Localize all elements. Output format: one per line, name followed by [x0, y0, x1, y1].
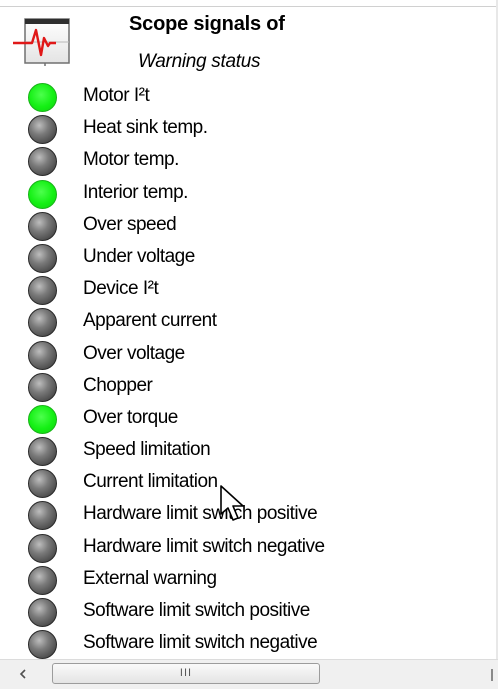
signal-row: Over speed [0, 209, 498, 241]
signal-label: Speed limitation [83, 439, 211, 461]
status-led-off-icon [28, 308, 57, 338]
panel-title: Scope signals of [129, 13, 285, 35]
signal-label: Motor temp. [83, 149, 179, 171]
status-led-off-icon [28, 340, 57, 370]
signal-row: Device I²t [0, 273, 498, 306]
panel-top-border [0, 0, 498, 7]
signal-label: Hardware limit switch positive [83, 503, 318, 525]
status-led-off-icon [28, 372, 57, 402]
signal-row: Hardware limit switch negative [0, 531, 498, 563]
horizontal-scrollbar[interactable]: III [0, 659, 498, 689]
signal-row: Interior temp. [0, 177, 498, 209]
scrollbar-thumb[interactable]: III [52, 663, 320, 684]
panel-subtitle: Warning status [138, 51, 261, 72]
signal-row: Speed limitation [0, 434, 498, 467]
scope-icon [12, 16, 74, 66]
signal-label: Software limit switch negative [83, 632, 318, 654]
signal-label: Interior temp. [83, 181, 188, 203]
status-led-off-icon [28, 469, 57, 499]
status-led-on-icon [28, 83, 57, 112]
signal-row: Software limit switch positive [0, 595, 498, 627]
status-led-off-icon [28, 147, 57, 177]
scroll-right-edge[interactable] [486, 660, 498, 689]
status-led-off-icon [28, 437, 57, 467]
signal-list: Motor I²t Heat sink temp. Motor temp. Inter… [0, 80, 498, 660]
signal-label: Apparent current [83, 310, 217, 332]
status-led-on-icon [28, 179, 57, 209]
grip-icon: III [179, 667, 193, 679]
status-led-off-icon [28, 115, 57, 145]
scope-signals-panel: Scope signals of Warning status Motor I²… [0, 0, 498, 689]
signal-row: Chopper [0, 370, 498, 402]
status-led-off-icon [28, 501, 57, 531]
status-led-off-icon [28, 276, 57, 306]
signal-row: Heat sink temp. [0, 112, 498, 145]
signal-row: Motor I²t [0, 80, 498, 112]
signal-label: Hardware limit switch negative [83, 535, 325, 557]
mouse-cursor-icon [219, 484, 253, 524]
signal-label: Current limitation [83, 471, 218, 493]
signal-label: Under voltage [83, 245, 195, 267]
signal-row: External warning [0, 563, 498, 595]
status-led-off-icon [28, 533, 57, 563]
status-led-off-icon [28, 243, 57, 273]
status-led-off-icon [28, 598, 57, 627]
scroll-left-button[interactable] [0, 660, 46, 689]
signal-row: Over voltage [0, 338, 498, 370]
signal-row: Under voltage [0, 241, 498, 273]
status-led-off-icon [28, 630, 57, 660]
signal-row: Apparent current [0, 305, 498, 338]
status-led-off-icon [28, 565, 57, 595]
signal-label: External warning [83, 567, 217, 589]
signal-label: Device I²t [83, 278, 159, 300]
signal-label: Over speed [83, 213, 177, 235]
signal-row: Motor temp. [0, 144, 498, 177]
status-led-on-icon [28, 404, 57, 434]
signal-label: Motor I²t [83, 85, 150, 106]
status-led-off-icon [28, 211, 57, 241]
signal-label: Heat sink temp. [83, 117, 208, 139]
signal-label: Software limit switch positive [83, 600, 310, 621]
signal-label: Chopper [83, 374, 153, 396]
signal-label: Over torque [83, 406, 178, 428]
arrow-left-icon [19, 666, 27, 684]
signal-row: Over torque [0, 402, 498, 434]
signal-row: Software limit switch negative [0, 627, 498, 660]
signal-label: Over voltage [83, 342, 185, 364]
